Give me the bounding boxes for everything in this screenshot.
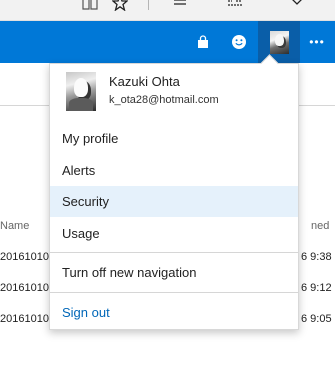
browser-toolbar [0,0,335,21]
menu-item-my-profile[interactable]: My profile [50,123,298,154]
account-avatar-button[interactable] [258,21,300,63]
favorite-star-icon[interactable] [111,0,129,12]
avatar [269,30,289,54]
smiley-feedback-icon[interactable] [226,21,252,63]
menu-item-security[interactable]: Security [50,186,298,217]
table-cell: 6 9:05 [301,313,332,325]
store-bag-icon[interactable] [190,21,216,63]
toolbar-separator [148,0,149,10]
menu-divider [50,292,298,293]
menu-item-alerts[interactable]: Alerts [50,155,298,186]
menu-item-usage[interactable]: Usage [50,218,298,249]
sign-out-link[interactable]: Sign out [50,297,298,328]
share-icon[interactable] [288,0,306,12]
account-profile: Kazuki Ohta k_ota28@hotmail.com [50,64,298,120]
profile-email: k_ota28@hotmail.com [109,94,219,106]
menu-item-turn-off-new-navigation[interactable]: Turn off new navigation [50,257,298,288]
profile-photo [66,72,96,111]
table-cell[interactable]: 20161010 [0,282,49,294]
column-header-name[interactable]: Name [0,220,29,232]
more-options-icon[interactable]: ••• [302,21,332,63]
web-note-icon[interactable] [226,0,244,12]
hub-icon[interactable] [171,0,189,12]
profile-name: Kazuki Ohta [109,74,180,89]
table-cell: 6 9:38 [301,251,332,263]
account-menu: Kazuki Ohta k_ota28@hotmail.com My profi… [49,63,299,330]
table-cell: 6 9:12 [301,282,332,294]
table-cell[interactable]: 20161010 [0,251,49,263]
menu-divider [50,252,298,253]
suite-header: ••• [0,21,335,63]
reading-view-icon[interactable] [81,0,99,12]
column-header-modified[interactable]: ned [311,220,329,232]
table-cell[interactable]: 20161010 [0,313,49,325]
